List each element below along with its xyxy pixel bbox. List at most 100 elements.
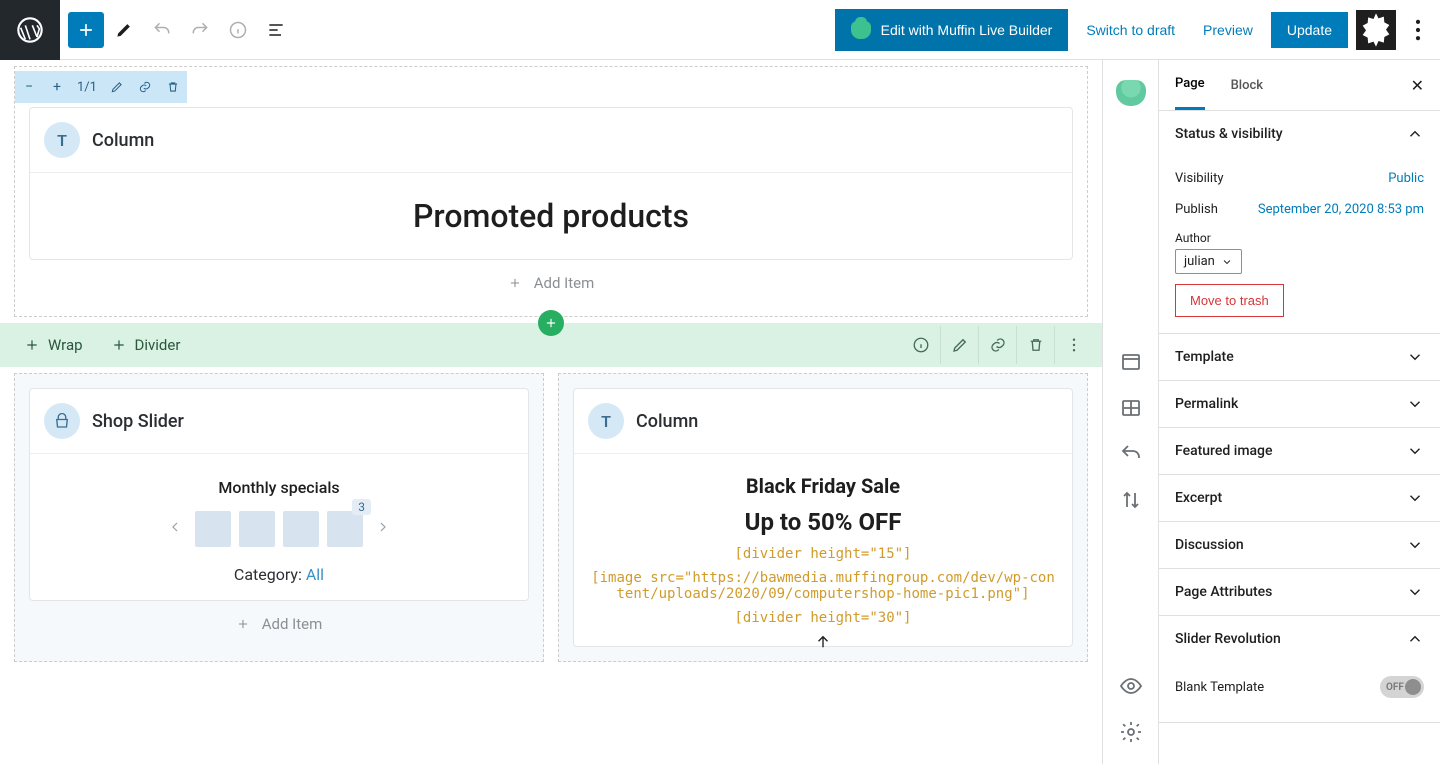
section-promoted: − + 1/1 T Column Promoted products: [14, 66, 1088, 317]
settings-sidebar: Page Block ✕ Status & visibility Visibil…: [1158, 60, 1440, 764]
panel-title: Featured image: [1175, 443, 1273, 459]
shop-subtitle: Monthly specials: [46, 470, 512, 503]
plus-icon: [24, 337, 40, 353]
col-link-button[interactable]: [131, 71, 159, 103]
divider-button[interactable]: Divider: [97, 330, 195, 360]
publish-value[interactable]: September 20, 2020 8:53 pm: [1258, 202, 1424, 217]
rail-columns-button[interactable]: [1119, 396, 1143, 420]
wordpress-logo[interactable]: [0, 0, 60, 60]
panel-featured-image[interactable]: Featured image: [1159, 428, 1440, 474]
block-inserter-button[interactable]: [68, 12, 104, 48]
author-label: Author: [1175, 231, 1424, 249]
panel-discussion[interactable]: Discussion: [1159, 522, 1440, 568]
outline-button[interactable]: [258, 12, 294, 48]
bf-heading: Black Friday Sale: [590, 470, 1056, 502]
category-label: Category:: [234, 565, 302, 584]
section-more-button[interactable]: [1054, 326, 1092, 364]
author-select[interactable]: julian: [1175, 249, 1242, 274]
publish-label: Publish: [1175, 202, 1218, 217]
chevron-down-icon: [1406, 583, 1424, 601]
section-info-button[interactable]: [902, 326, 940, 364]
panel-template[interactable]: Template: [1159, 334, 1440, 380]
muffin-builder-button[interactable]: Edit with Muffin Live Builder: [835, 9, 1069, 51]
panel-title: Page Attributes: [1175, 584, 1272, 600]
move-to-trash-button[interactable]: Move to trash: [1175, 284, 1284, 317]
section-delete-button[interactable]: [1016, 326, 1054, 364]
info-button[interactable]: [220, 12, 256, 48]
slide-thumb: [239, 511, 275, 547]
author-value: julian: [1184, 254, 1215, 269]
switch-to-draft-button[interactable]: Switch to draft: [1076, 14, 1185, 46]
update-button[interactable]: Update: [1271, 12, 1348, 48]
rail-sort-button[interactable]: [1119, 488, 1143, 512]
chevron-up-icon: [1406, 125, 1424, 143]
visibility-label: Visibility: [1175, 171, 1224, 186]
plus-icon: [111, 337, 127, 353]
panel-permalink[interactable]: Permalink: [1159, 381, 1440, 427]
muffin-builder-label: Edit with Muffin Live Builder: [881, 22, 1053, 38]
panel-title: Discussion: [1175, 537, 1244, 553]
chevron-down-icon: [1406, 442, 1424, 460]
chevron-down-icon: [1406, 348, 1424, 366]
wp-icon: [16, 16, 44, 44]
promoted-heading: Promoted products: [54, 197, 1048, 235]
col-edit-button[interactable]: [103, 71, 131, 103]
panel-title: Status & visibility: [1175, 126, 1283, 142]
preview-button[interactable]: Preview: [1193, 14, 1263, 46]
muffin-rail-icon[interactable]: [1116, 80, 1146, 106]
col-grow-button[interactable]: +: [43, 71, 71, 103]
edit-mode-button[interactable]: [106, 12, 142, 48]
redo-button[interactable]: [182, 12, 218, 48]
tab-block[interactable]: Block: [1231, 62, 1263, 109]
toggle-state: OFF: [1386, 682, 1404, 693]
muffin-icon: [851, 21, 871, 39]
rail-settings-button[interactable]: [1119, 720, 1143, 744]
blank-template-label: Blank Template: [1175, 680, 1264, 695]
tab-page[interactable]: Page: [1175, 60, 1205, 110]
slider-next-button[interactable]: [371, 515, 395, 543]
col-shrink-button[interactable]: −: [15, 71, 43, 103]
shortcode-text: [divider height="30"]: [590, 606, 1056, 630]
rail-undo-button[interactable]: [1119, 442, 1143, 466]
topbar: Edit with Muffin Live Builder Switch to …: [0, 0, 1440, 60]
rail-preview-button[interactable]: [1119, 674, 1143, 698]
plus-icon: [236, 617, 250, 631]
wrap-black-friday: T Column Black Friday Sale Up to 50% OFF…: [558, 373, 1088, 662]
insert-section-button[interactable]: [538, 310, 564, 336]
add-item-button[interactable]: Add Item: [29, 260, 1073, 306]
add-item-label: Add Item: [534, 274, 595, 292]
col-delete-button[interactable]: [159, 71, 187, 103]
panel-page-attributes[interactable]: Page Attributes: [1159, 569, 1440, 615]
panel-title: Excerpt: [1175, 490, 1222, 506]
panel-title: Template: [1175, 349, 1234, 365]
add-item-button[interactable]: Add Item: [29, 601, 529, 647]
undo-button[interactable]: [144, 12, 180, 48]
section-duplicate-button[interactable]: [978, 326, 1016, 364]
section-edit-button[interactable]: [940, 326, 978, 364]
column-label: Column: [636, 411, 698, 432]
panel-slider-revolution[interactable]: Slider Revolution: [1159, 616, 1440, 662]
slider-prev-button[interactable]: [163, 515, 187, 543]
panel-excerpt[interactable]: Excerpt: [1159, 475, 1440, 521]
close-sidebar-button[interactable]: ✕: [1411, 76, 1424, 95]
rail-layout-button[interactable]: [1119, 350, 1143, 374]
slide-count-badge: 3: [352, 499, 371, 515]
more-options-button[interactable]: [1404, 10, 1432, 50]
slide-thumb: 3: [327, 511, 363, 547]
shop-slider-block[interactable]: Shop Slider Monthly specials 3: [29, 388, 529, 601]
scroll-top-button[interactable]: [814, 633, 832, 655]
visibility-value[interactable]: Public: [1388, 171, 1424, 186]
wrap-button[interactable]: Wrap: [10, 330, 97, 360]
col-size-indicator: 1/1: [71, 80, 103, 95]
column-block[interactable]: T Column Promoted products: [29, 107, 1073, 260]
column-block[interactable]: T Column Black Friday Sale Up to 50% OFF…: [573, 388, 1073, 647]
shop-slider-title: Shop Slider: [92, 411, 184, 432]
category-value[interactable]: All: [306, 565, 324, 584]
shop-icon: [44, 403, 80, 439]
wrap-label: Wrap: [48, 336, 83, 354]
settings-button[interactable]: [1356, 10, 1396, 50]
builder-rail: [1102, 60, 1158, 764]
panel-status-visibility[interactable]: Status & visibility: [1159, 111, 1440, 157]
blank-template-toggle[interactable]: OFF: [1380, 676, 1424, 698]
column-label: Column: [92, 130, 154, 151]
